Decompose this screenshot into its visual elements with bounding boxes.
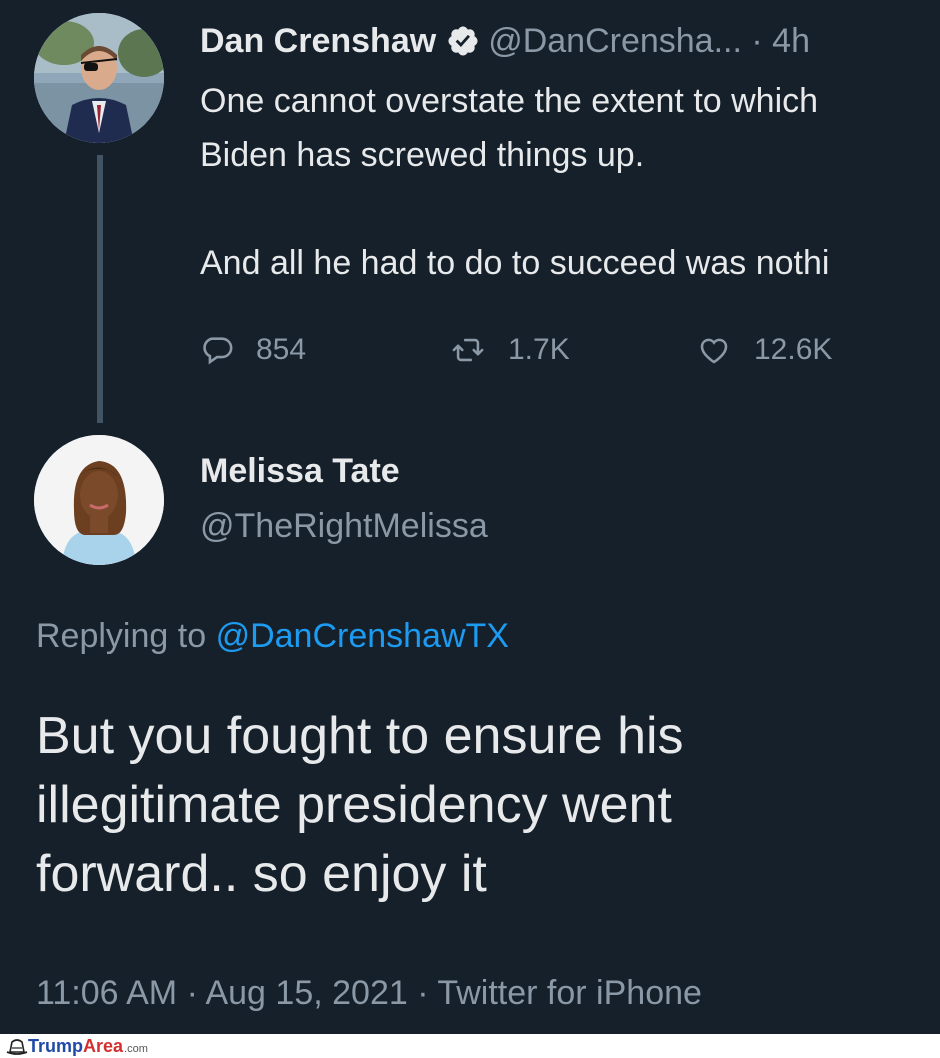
retweet-action[interactable]: 1.7K — [450, 330, 570, 370]
replying-to-label: Replying to — [36, 617, 207, 655]
author-avatar-melissa[interactable] — [34, 435, 164, 565]
reply-icon — [203, 337, 233, 365]
reply-count: 854 — [256, 333, 307, 366]
author-avatar-dan[interactable] — [34, 13, 164, 143]
parent-tweet-text-line-1: One cannot overstate the extent to which — [200, 82, 819, 120]
avatar-image — [34, 435, 164, 565]
author-handle[interactable]: @DanCrensha... — [488, 22, 742, 60]
parent-tweet-text-line-3: And all he had to do to succeed was noth… — [200, 244, 830, 282]
watermark-text-part2: Area — [83, 1035, 124, 1056]
replying-to-mention[interactable]: @DanCrenshawTX — [216, 617, 509, 655]
watermark-suffix: .com — [124, 1043, 148, 1055]
verified-badge-icon — [446, 24, 480, 70]
like-count: 12.6K — [754, 333, 833, 366]
watermark-logo: Trump Area .com — [6, 1034, 148, 1058]
reply-author-name[interactable]: Melissa Tate — [200, 448, 400, 494]
hat-logo-icon — [6, 1039, 28, 1055]
reply-text-line-2: illegitimate presidency went — [36, 776, 672, 834]
tweet-timestamp-source[interactable]: 11:06 AM · Aug 15, 2021 · Twitter for iP… — [36, 970, 702, 1016]
parent-tweet-header: Dan Crenshaw @DanCrensha... · 4h — [200, 18, 810, 70]
watermark-text-part1: Trump — [28, 1035, 84, 1056]
reply-text-line-3: forward.. so enjoy it — [36, 845, 487, 903]
like-icon — [700, 338, 728, 364]
reply-tweet-text: But you fought to ensure his illegitimat… — [36, 702, 916, 909]
retweet-icon — [452, 338, 484, 362]
tweet-time[interactable]: · 4h — [751, 22, 810, 60]
thread-connector-line — [97, 155, 103, 423]
reply-author-handle[interactable]: @TheRightMelissa — [200, 503, 488, 549]
parent-tweet-text-line-2: Biden has screwed things up. — [200, 136, 645, 174]
author-name[interactable]: Dan Crenshaw — [200, 22, 436, 60]
replying-to-line: Replying to @DanCrenshawTX — [36, 613, 509, 659]
avatar-image — [34, 13, 164, 143]
like-action[interactable]: 12.6K — [696, 330, 832, 370]
reply-action[interactable]: 854 — [200, 330, 306, 370]
reply-text-line-1: But you fought to ensure his — [36, 707, 684, 765]
retweet-count: 1.7K — [508, 333, 570, 366]
